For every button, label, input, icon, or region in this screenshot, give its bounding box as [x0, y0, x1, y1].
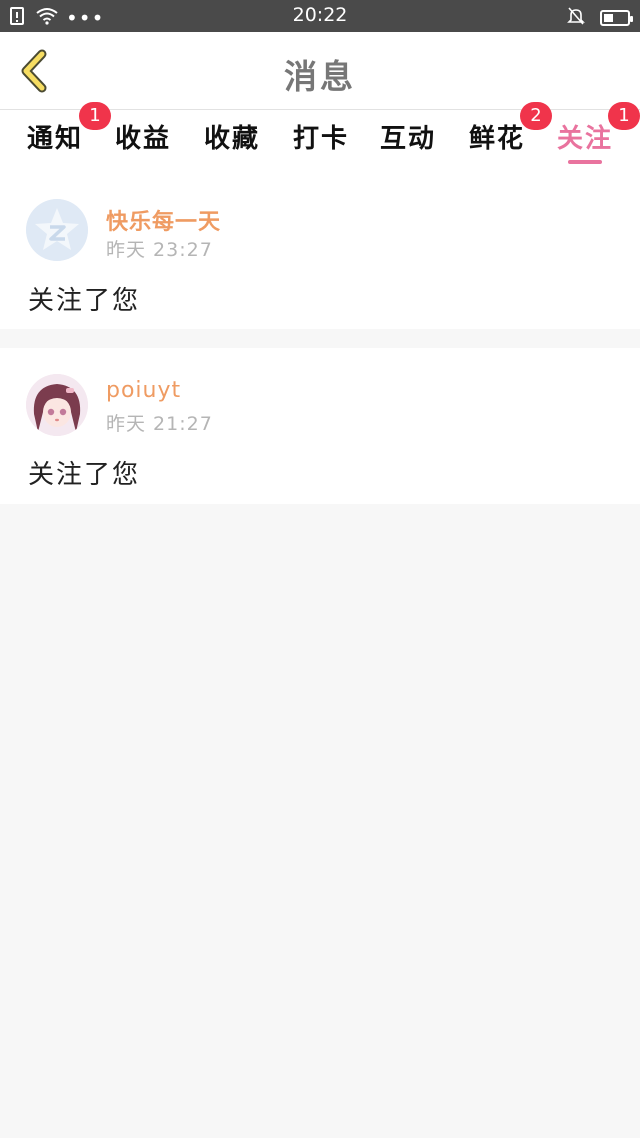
tab-favorites[interactable]: 收藏	[204, 118, 260, 162]
timestamp: 昨天 21:27	[106, 413, 213, 435]
message-text: 关注了您	[28, 460, 141, 490]
timestamp: 昨天 23:27	[106, 239, 213, 261]
active-tab-indicator	[568, 160, 602, 164]
tab-label: 鲜花	[469, 124, 526, 154]
status-right	[566, 6, 633, 30]
tab-label: 收藏	[204, 124, 261, 154]
notification-item[interactable]: poiuyt 昨天 21:27 关注了您	[0, 348, 640, 504]
tab-label: 收益	[115, 124, 172, 154]
tab-interaction[interactable]: 互动	[380, 118, 436, 162]
username[interactable]: 快乐每一天	[106, 204, 221, 236]
silent-bell-icon	[566, 6, 586, 30]
tab-notice[interactable]: 通知	[27, 118, 83, 162]
tab-follow-badge: 1	[608, 102, 640, 130]
notification-item[interactable]: 快乐每一天 昨天 23:27 关注了您	[0, 168, 640, 329]
tab-notice-badge: 1	[79, 102, 111, 130]
tab-earnings[interactable]: 收益	[115, 118, 171, 162]
battery-icon	[600, 10, 633, 26]
avatar[interactable]	[26, 199, 88, 261]
app-header: 消息	[0, 32, 640, 110]
clock: 20:22	[292, 4, 348, 26]
tab-bar: 通知 1 收益 收藏 打卡 互动 鲜花 2 关注 1	[0, 102, 640, 168]
battery-level	[604, 14, 613, 22]
anime-girl-avatar-icon	[26, 374, 88, 436]
message-text: 关注了您	[28, 286, 141, 316]
tab-flowers-badge: 2	[520, 102, 552, 130]
tab-label: 关注	[557, 124, 614, 154]
tab-label: 通知	[27, 124, 84, 154]
tab-label: 打卡	[293, 124, 350, 154]
status-bar: ••• 20:22	[0, 0, 640, 32]
tab-flowers[interactable]: 鲜花	[469, 118, 525, 162]
tab-follow[interactable]: 关注	[557, 118, 613, 162]
default-qzone-avatar-icon	[26, 199, 88, 261]
tab-checkin[interactable]: 打卡	[293, 118, 349, 162]
username[interactable]: poiuyt	[106, 378, 181, 403]
tab-label: 互动	[380, 124, 437, 154]
page-title: 消息	[284, 57, 356, 96]
avatar[interactable]	[26, 374, 88, 436]
